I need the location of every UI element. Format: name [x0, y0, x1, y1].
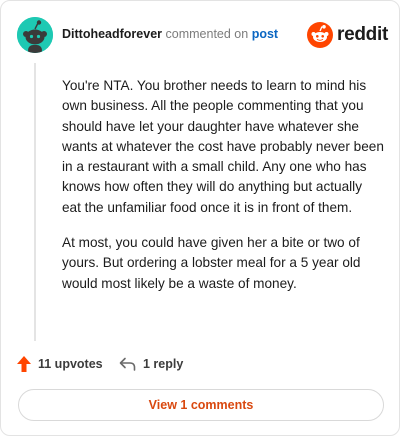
reddit-logo-icon: [307, 22, 333, 48]
username-link[interactable]: Dittoheadforever: [62, 27, 162, 41]
brand-name: reddit: [337, 24, 388, 45]
thread-line[interactable]: [34, 63, 36, 341]
comment-body: You're NTA. You brother needs to learn t…: [62, 76, 384, 309]
comment-header: Dittoheadforever commented on post reddi…: [17, 17, 388, 53]
view-comments-button[interactable]: View 1 comments: [18, 389, 384, 421]
comment-card: Dittoheadforever commented on post reddi…: [0, 0, 400, 436]
reply-arrow-icon: [119, 357, 136, 371]
comment-actions: 11 upvotes 1 reply: [17, 354, 383, 374]
upvote-arrow-icon: [17, 356, 31, 372]
upvotes-count: 11 upvotes: [38, 357, 103, 371]
reply-count: 1 reply: [143, 357, 184, 371]
reddit-snoo-avatar-icon[interactable]: [17, 17, 53, 53]
byline-action-text: commented on: [165, 27, 249, 41]
byline: Dittoheadforever commented on post: [62, 26, 278, 42]
reddit-brand[interactable]: reddit: [307, 22, 388, 48]
upvote-button[interactable]: 11 upvotes: [17, 354, 103, 374]
post-link[interactable]: post: [252, 27, 278, 41]
comment-paragraph-1: You're NTA. You brother needs to learn t…: [62, 78, 384, 215]
reply-button[interactable]: 1 reply: [119, 354, 183, 374]
comment-paragraph-2: At most, you could have given her a bite…: [62, 235, 361, 291]
